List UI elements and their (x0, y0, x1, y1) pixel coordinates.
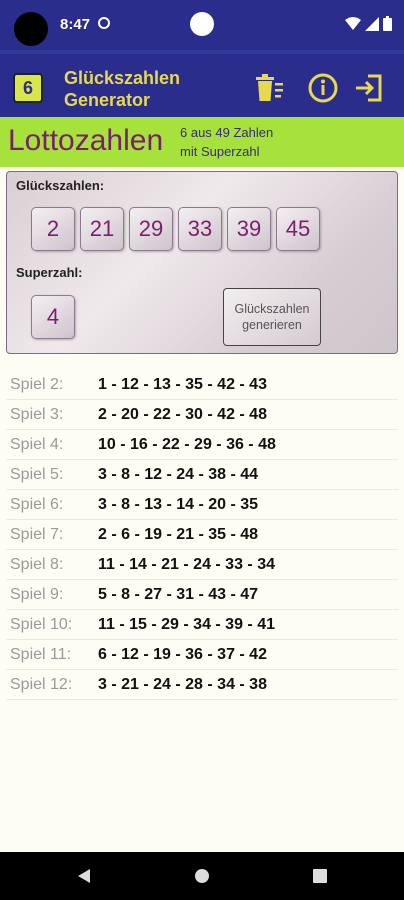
camera-cutout (14, 12, 48, 46)
game-label: Spiel 2: (10, 375, 64, 393)
home-icon[interactable] (194, 868, 210, 884)
game-numbers: 3 - 21 - 24 - 28 - 34 - 38 (98, 675, 267, 693)
delete-button[interactable] (253, 72, 285, 104)
subtitle-line1: 6 aus 49 Zahlen (180, 125, 274, 140)
game-numbers: 5 - 8 - 27 - 31 - 43 - 47 (98, 585, 259, 603)
game-row: Spiel 12: 3 - 21 - 24 - 28 - 34 - 38 (6, 670, 398, 700)
game-label: Spiel 3: (10, 405, 64, 423)
game-label: Spiel 4: (10, 435, 64, 453)
game-numbers: 3 - 8 - 13 - 14 - 20 - 35 (98, 495, 259, 513)
exit-icon (356, 74, 382, 102)
game-numbers: 1 - 12 - 13 - 35 - 42 - 43 (98, 375, 267, 393)
game-label: Spiel 12: (10, 675, 73, 693)
generate-button[interactable]: Glückszahlen generieren (223, 288, 321, 346)
app-title-line2: Generator (64, 90, 151, 110)
game-label: Spiel 11: (10, 645, 72, 663)
game-row: Spiel 5: 3 - 8 - 12 - 24 - 38 - 44 (6, 460, 398, 490)
games-list: Spiel 2: 1 - 12 - 13 - 35 - 42 - 43 Spiel… (6, 370, 398, 700)
delete-icon (256, 74, 283, 101)
game-row: Spiel 6: 3 - 8 - 13 - 14 - 20 - 35 (6, 490, 398, 520)
game-label: Spiel 10: (10, 615, 73, 633)
super-number: 4 (31, 295, 75, 339)
lucky-numbers-label: Glückszahlen: (16, 178, 105, 193)
battery-icon (383, 16, 392, 31)
game-numbers: 11 - 14 - 21 - 24 - 33 - 34 (98, 555, 275, 573)
camera-pill (190, 12, 214, 36)
info-button[interactable] (307, 72, 339, 104)
page-title: Lottozahlen (8, 124, 164, 157)
game-numbers: 2 - 20 - 22 - 30 - 42 - 48 (98, 405, 267, 423)
game-numbers: 6 - 12 - 19 - 36 - 37 - 42 (98, 645, 267, 663)
page-subtitle: 6 aus 49 Zahlen mit Superzahl (180, 123, 273, 161)
lucky-number: 29 (129, 207, 173, 251)
game-row: Spiel 3: 2 - 20 - 22 - 30 - 42 - 48 (6, 400, 398, 430)
wifi-icon (345, 16, 361, 30)
super-number-label: Superzahl: (16, 265, 83, 280)
app-bar: 6 Glückszahlen Generator (0, 54, 404, 117)
game-label: Spiel 9: (10, 585, 64, 603)
lucky-number: 45 (276, 207, 320, 251)
game-label: Spiel 5: (10, 465, 64, 483)
lucky-number: 33 (178, 207, 222, 251)
subtitle-line2: mit Superzahl (180, 144, 260, 159)
back-icon[interactable] (76, 868, 92, 884)
lucky-number: 39 (227, 207, 271, 251)
dnd-icon (98, 17, 110, 29)
system-icons (345, 16, 392, 31)
generate-label-line2: generieren (242, 318, 302, 332)
lucky-number: 21 (80, 207, 124, 251)
game-row: Spiel 7: 2 - 6 - 19 - 21 - 35 - 48 (6, 520, 398, 550)
game-row: Spiel 11: 6 - 12 - 19 - 36 - 37 - 42 (6, 640, 398, 670)
status-time: 8:47 (60, 16, 91, 33)
game-row: Spiel 4: 10 - 16 - 22 - 29 - 36 - 48 (6, 430, 398, 460)
generate-label-line1: Glückszahlen (234, 302, 310, 316)
app-title-line1: Glückszahlen (64, 68, 181, 88)
game-numbers: 11 - 15 - 29 - 34 - 39 - 41 (98, 615, 275, 633)
game-label: Spiel 6: (10, 495, 64, 513)
recents-icon[interactable] (312, 868, 328, 884)
lotto-header: Lottozahlen 6 aus 49 Zahlen mit Superzah… (0, 117, 404, 167)
info-icon (308, 73, 338, 103)
exit-button[interactable] (352, 72, 384, 104)
game-numbers: 10 - 16 - 22 - 29 - 36 - 48 (98, 435, 276, 453)
app-logo: 6 (13, 73, 43, 103)
game-numbers: 3 - 8 - 12 - 24 - 38 - 44 (98, 465, 259, 483)
game-label: Spiel 7: (10, 525, 64, 543)
game-row: Spiel 8: 11 - 14 - 21 - 24 - 33 - 34 (6, 550, 398, 580)
status-bar: 8:47 (0, 0, 404, 50)
system-nav-bar (0, 852, 404, 900)
game-numbers: 2 - 6 - 19 - 21 - 35 - 48 (98, 525, 259, 543)
signal-icon (365, 16, 379, 31)
numbers-panel: Glückszahlen: 2 21 29 33 39 45 Superzahl… (6, 171, 398, 354)
game-label: Spiel 8: (10, 555, 64, 573)
lucky-number: 2 (31, 207, 75, 251)
game-row: Spiel 2: 1 - 12 - 13 - 35 - 42 - 43 (6, 370, 398, 400)
game-row: Spiel 9: 5 - 8 - 27 - 31 - 43 - 47 (6, 580, 398, 610)
game-row: Spiel 10: 11 - 15 - 29 - 34 - 39 - 41 (6, 610, 398, 640)
app-title: Glückszahlen Generator (64, 67, 180, 111)
